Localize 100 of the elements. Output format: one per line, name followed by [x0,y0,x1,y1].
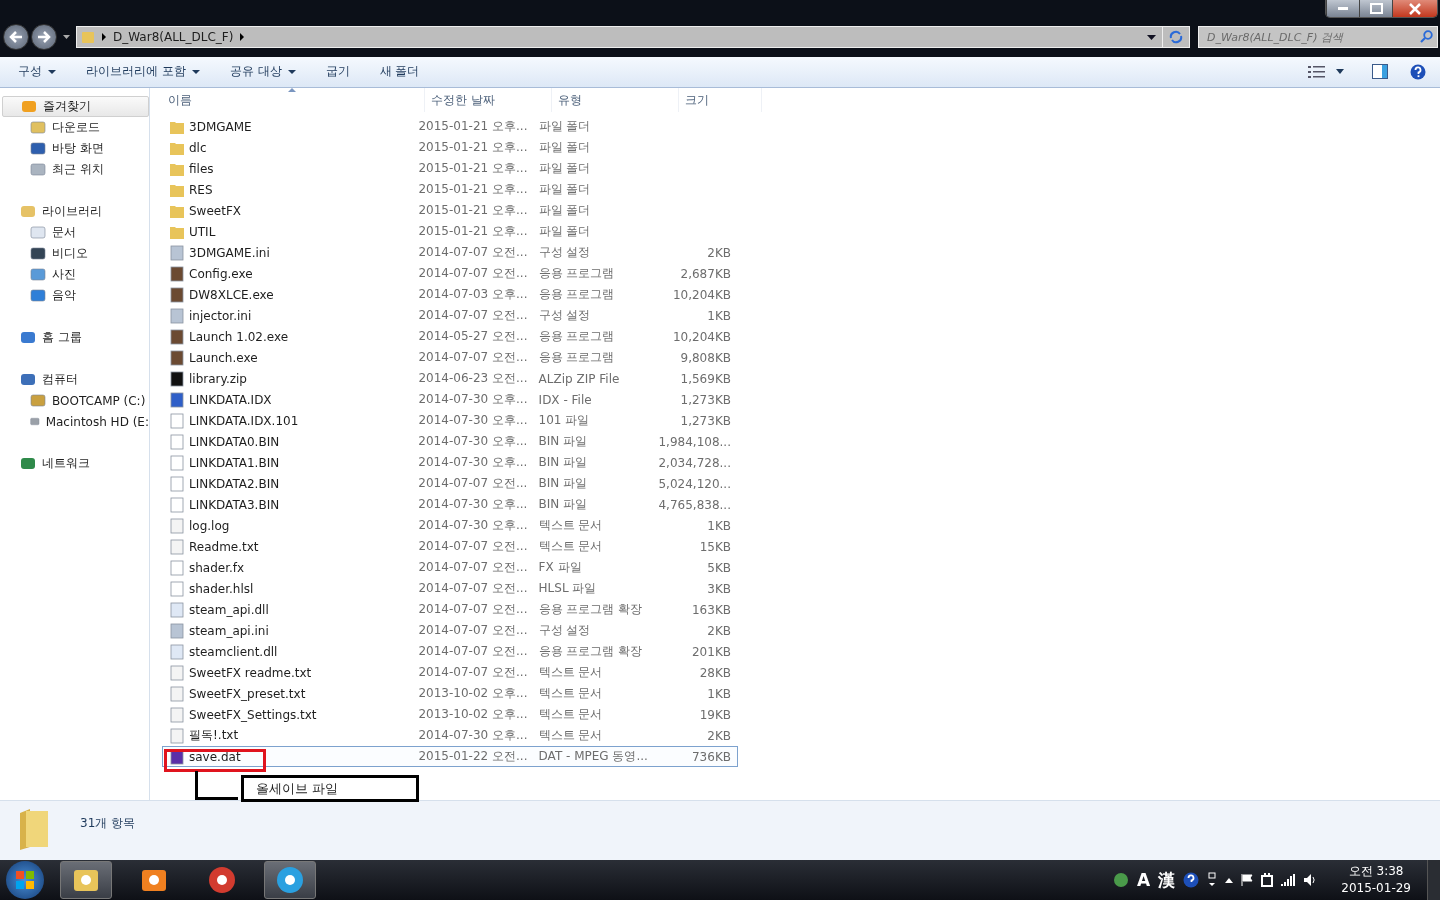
type-cell-text: 응용 프로그램 확장 [537,643,644,661]
sidebar-item[interactable]: BOOTCAMP (C:) [0,390,149,412]
size-cell-text: 2KB [706,727,732,745]
volume-icon[interactable] [1303,873,1316,887]
column-header[interactable]: 이름 [162,88,425,113]
column-header[interactable]: 유형 [552,88,679,113]
caret-icon[interactable] [1336,69,1344,75]
date-cell-text: 2014-07-30 오후... [417,496,529,514]
forward-button[interactable] [31,24,57,50]
type-cell-text: HLSL 파일 [537,580,598,598]
preview-pane-icon[interactable] [1372,64,1388,80]
file-row[interactable]: Readme.txt 2014-07-07 오전... 텍스트 문서 15KB [162,536,738,558]
toolbar-button[interactable]: 굽기 [315,59,360,85]
sidebar-item[interactable]: 사진 [0,264,149,286]
file-name: LINKDATA3.BIN [189,497,280,512]
chevron-icon [239,33,246,41]
file-row[interactable]: steamclient.dll 2014-07-07 오전... 응용 프로그램 확장 201KB [162,641,738,663]
file-row[interactable]: UTIL 2015-01-21 오후... 파일 폴더 [162,221,738,243]
refresh-icon [1168,30,1184,44]
file-row[interactable]: Config.exe 2014-07-07 오전... 응용 프로그램 2,687KB [162,263,738,285]
sidebar-item[interactable]: 최근 위치 [0,159,149,181]
file-row[interactable]: injector.ini 2014-07-07 오전... 구성 설정 1KB [162,305,738,327]
file-row[interactable]: RES 2015-01-21 오후... 파일 폴더 [162,179,738,201]
sidebar-item[interactable]: 다운로드 [0,117,149,139]
file-row[interactable]: save.dat 2015-01-22 오전... DAT - MPEG 동영... 736KB [162,746,738,768]
sidebar-item[interactable]: Macintosh HD (E: [0,411,149,433]
ime-mode[interactable]: A [1137,870,1151,890]
file-row[interactable]: Launch.exe 2014-07-07 오전... 응용 프로그램 9,808KB [162,347,738,369]
flag-icon[interactable] [1241,874,1254,886]
signal-icon[interactable] [1281,874,1296,886]
caret-icon[interactable] [63,35,70,39]
sidebar-item[interactable]: 바탕 화면 [0,138,149,160]
file-row[interactable]: SweetFX_preset.txt 2013-10-02 오후... 텍스트 문서 1KB [162,683,738,705]
toolbar-button[interactable]: 공유 대상 [219,59,306,85]
clock[interactable]: 오전 3:38 2015-01-29 [1341,863,1411,897]
toolbar-button[interactable]: 라이브러리에 포함 [76,59,210,85]
close-button[interactable] [1392,0,1437,17]
nav-icon [30,288,46,304]
sidebar-item[interactable]: 비디오 [0,243,149,265]
file-row[interactable]: LINKDATA0.BIN 2014-07-30 오후... BIN 파일 1,984,108... [162,431,738,453]
search-field[interactable]: D_War8(ALL_DLC_F) 검색 [1198,26,1438,48]
sidebar-item[interactable]: 음악 [0,285,149,307]
column-header[interactable]: 크기 [679,88,762,113]
file-row[interactable]: steam_api.dll 2014-07-07 오전... 응용 프로그램 확장 163KB [162,599,738,621]
file-row[interactable]: dlc 2015-01-21 오후... 파일 폴더 [162,137,738,159]
file-row[interactable]: files 2015-01-21 오후... 파일 폴더 [162,158,738,180]
start-button[interactable] [6,861,44,899]
minimize-button[interactable] [1326,0,1359,17]
date-cell-text: 2014-07-07 오전... [417,580,529,598]
back-button[interactable] [3,24,29,50]
sidebar-item[interactable]: 컴퓨터 [2,369,149,391]
file-row[interactable]: LINKDATA.IDX.101 2014-07-30 오후... 101 파일 1,273KB [162,410,738,432]
file-row[interactable]: 3DMGAME.ini 2014-07-07 오전... 구성 설정 2KB [162,242,738,264]
sidebar-item[interactable]: 문서 [0,222,149,244]
file-row[interactable]: LINKDATA3.BIN 2014-07-30 오후... BIN 파일 4,765,838... [162,494,738,516]
file-row[interactable]: 3DMGAME 2015-01-21 오후... 파일 폴더 [162,116,738,138]
breadcrumb-item[interactable]: D_War8(ALL_DLC_F) [113,30,234,44]
file-row[interactable]: SweetFX 2015-01-21 오후... 파일 폴더 [162,200,738,222]
file-row[interactable]: library.zip 2014-06-23 오전... ALZip ZIP File 1,569KB [162,368,738,390]
file-row[interactable]: 필독!.txt 2014-07-30 오후... 텍스트 문서 2KB [162,725,738,747]
toolbar-button[interactable]: 구성 [8,59,66,85]
help-icon[interactable] [1410,63,1426,80]
file-row[interactable]: LINKDATA1.BIN 2014-07-30 오후... BIN 파일 2,034,728... [162,452,738,474]
language-icon[interactable] [1113,872,1130,888]
file-row[interactable]: LINKDATA2.BIN 2014-07-07 오전... BIN 파일 5,024,120... [162,473,738,495]
close-icon [1408,2,1422,15]
file-row[interactable]: DW8XLCE.exe 2014-07-03 오후... 응용 프로그램 10,204KB [162,284,738,306]
taskbar-app[interactable] [264,861,316,899]
toolbar-button[interactable]: 새 폴더 [369,59,430,85]
power-plug-icon[interactable] [1261,873,1274,887]
file-icon [169,328,185,345]
nav-icon [30,162,46,178]
file-row[interactable]: shader.fx 2014-07-07 오전... FX 파일 5KB [162,557,738,579]
file-row[interactable]: Launch 1.02.exe 2014-05-27 오전... 응용 프로그램 10,204KB [162,326,738,348]
address-bar[interactable]: D_War8(ALL_DLC_F) [76,26,1190,48]
column-header[interactable]: 수정한 날짜 [425,88,552,113]
file-icon [169,370,185,387]
ime-mode[interactable]: 漢 [1158,868,1176,892]
dropdown-icon[interactable] [1147,34,1156,40]
file-row[interactable]: SweetFX readme.txt 2014-07-07 오전... 텍스트 문서 28KB [162,662,738,684]
file-icon [169,391,185,408]
file-row[interactable]: LINKDATA.IDX 2014-07-30 오후... IDX - File 1,273KB [162,389,738,411]
sidebar-item[interactable]: 네트워크 [2,453,149,475]
file-icon [169,643,185,660]
file-row[interactable]: steam_api.ini 2014-07-07 오전... 구성 설정 2KB [162,620,738,642]
size-cell-text: 2,687KB [679,265,732,283]
sidebar-item[interactable]: 즐겨찾기 [2,96,149,118]
file-row[interactable]: log.log 2014-07-30 오후... 텍스트 문서 1KB [162,515,738,537]
file-name: LINKDATA.IDX.101 [189,413,299,428]
sidebar-item[interactable]: 홈 그룹 [2,327,149,349]
nav-icon [30,267,46,283]
show-hidden-icon[interactable] [1225,877,1234,883]
sidebar-item[interactable]: 라이브러리 [2,201,149,223]
ime-options-icon[interactable] [1207,872,1218,888]
maximize-button[interactable] [1359,0,1392,17]
file-row[interactable]: SweetFX_Settings.txt 2013-10-02 오후... 텍스트 문서 19KB [162,704,738,726]
help-icon[interactable] [1183,872,1200,888]
taskbar-app[interactable] [60,861,112,899]
file-row[interactable]: shader.hlsl 2014-07-07 오전... HLSL 파일 3KB [162,578,738,600]
view-options-icon[interactable] [1308,64,1326,79]
